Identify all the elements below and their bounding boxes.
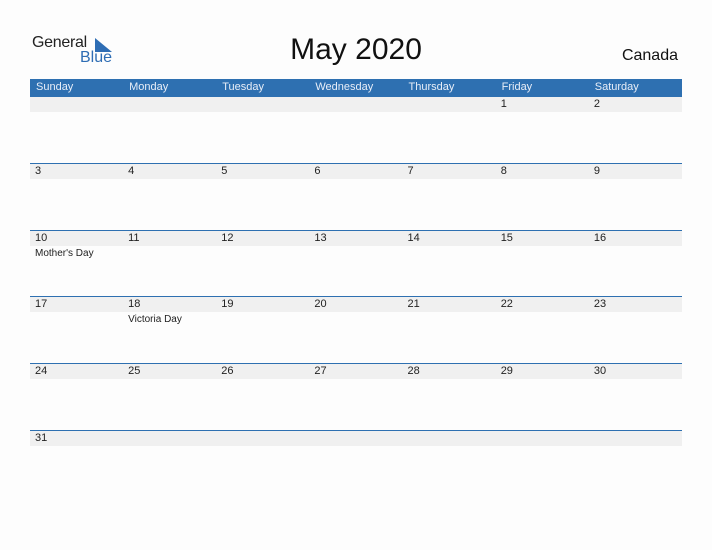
day-number: 30 xyxy=(593,365,607,377)
day-number: 27 xyxy=(314,365,327,377)
day-cell: 7 xyxy=(403,164,496,228)
day-number: 5 xyxy=(221,165,228,177)
day-number: 7 xyxy=(407,165,414,177)
day-number: 18 xyxy=(128,298,141,310)
day-number: 6 xyxy=(314,165,321,177)
day-number: 13 xyxy=(314,232,327,244)
weekday-tuesday: Tuesday xyxy=(222,81,265,93)
day-cell: 10 Mother's Day xyxy=(30,231,123,295)
day-number: 1 xyxy=(500,98,507,110)
day-cell: 4 xyxy=(123,164,216,228)
day-cell: 31 xyxy=(30,431,123,495)
day-cell: 11 xyxy=(123,231,216,295)
day-cell: 1 xyxy=(496,97,589,161)
day-number: 23 xyxy=(593,298,607,310)
day-cell xyxy=(309,431,402,495)
day-number: 25 xyxy=(128,365,141,377)
day-cell: 5 xyxy=(216,164,309,228)
day-cell: 6 xyxy=(309,164,402,228)
day-number: 16 xyxy=(593,232,607,244)
day-cell: 26 xyxy=(216,364,309,428)
day-number: 22 xyxy=(500,298,513,310)
day-cell: 28 xyxy=(403,364,496,428)
day-cell: 25 xyxy=(123,364,216,428)
day-cell xyxy=(496,431,589,495)
day-cell xyxy=(123,431,216,495)
day-number: 11 xyxy=(128,232,140,244)
day-number: 10 xyxy=(35,232,48,244)
day-cell: 2 xyxy=(589,97,682,161)
day-cell: 19 xyxy=(216,297,309,361)
day-cell xyxy=(216,97,309,161)
day-number: 12 xyxy=(221,232,234,244)
day-number: 3 xyxy=(35,165,42,177)
holiday-label: Victoria Day xyxy=(128,314,182,325)
day-cell: 17 xyxy=(30,297,123,361)
day-number: 24 xyxy=(35,365,48,377)
day-cell xyxy=(403,431,496,495)
week-row: 3 4 5 6 7 8 9 xyxy=(30,163,682,229)
day-cell: 21 xyxy=(403,297,496,361)
day-cell: 24 xyxy=(30,364,123,428)
day-cell: 15 xyxy=(496,231,589,295)
day-cell: 3 xyxy=(30,164,123,228)
day-number: 21 xyxy=(407,298,420,310)
day-number: 19 xyxy=(221,298,234,310)
weekday-wednesday: Wednesday xyxy=(315,81,374,93)
day-number: 29 xyxy=(500,365,513,377)
day-cell: 9 xyxy=(589,164,682,228)
week-row: 31 xyxy=(30,430,682,496)
day-cell: 27 xyxy=(309,364,402,428)
weekday-friday: Friday xyxy=(501,81,533,93)
day-number: 31 xyxy=(35,432,48,444)
country-label: Canada xyxy=(621,47,678,64)
day-number: 26 xyxy=(221,365,234,377)
day-cell: 18 Victoria Day xyxy=(123,297,216,361)
day-number: 8 xyxy=(500,165,507,177)
day-number: 20 xyxy=(314,298,327,310)
day-cell xyxy=(589,431,682,495)
day-cell xyxy=(403,97,496,161)
day-number: 4 xyxy=(128,165,135,177)
day-cell: 20 xyxy=(309,297,402,361)
week-row: 17 18 Victoria Day 19 20 21 22 23 xyxy=(30,296,682,362)
day-number: 28 xyxy=(407,365,420,377)
day-cell: 22 xyxy=(496,297,589,361)
day-number: 14 xyxy=(407,232,420,244)
day-number: 15 xyxy=(500,232,513,244)
calendar-title: May 2020 xyxy=(290,33,422,66)
day-cell xyxy=(309,97,402,161)
weekday-header: Sunday Monday Tuesday Wednesday Thursday… xyxy=(30,79,682,96)
calendar-grid: Sunday Monday Tuesday Wednesday Thursday… xyxy=(30,79,682,446)
week-row: 12 xyxy=(30,96,682,162)
day-number: 2 xyxy=(593,98,600,110)
weekday-sunday: Sunday xyxy=(36,81,74,93)
week-row: 24 25 26 27 28 29 30 xyxy=(30,363,682,429)
day-cell: 8 xyxy=(496,164,589,228)
day-cell xyxy=(30,97,123,161)
day-cell xyxy=(123,97,216,161)
weekday-monday: Monday xyxy=(129,81,169,93)
day-cell: 29 xyxy=(496,364,589,428)
day-number: 17 xyxy=(35,298,48,310)
day-cell: 23 xyxy=(589,297,682,361)
weekday-thursday: Thursday xyxy=(408,81,455,93)
day-cell: 14 xyxy=(403,231,496,295)
day-cell: 16 xyxy=(589,231,682,295)
week-row: 10 Mother's Day 11 12 13 14 15 16 xyxy=(30,230,682,296)
day-cell: 13 xyxy=(309,231,402,295)
weekday-saturday: Saturday xyxy=(594,81,639,93)
holiday-label: Mother's Day xyxy=(35,248,94,259)
day-number: 9 xyxy=(593,165,600,177)
day-cell: 12 xyxy=(216,231,309,295)
day-cell: 30 xyxy=(589,364,682,428)
day-cell xyxy=(216,431,309,495)
